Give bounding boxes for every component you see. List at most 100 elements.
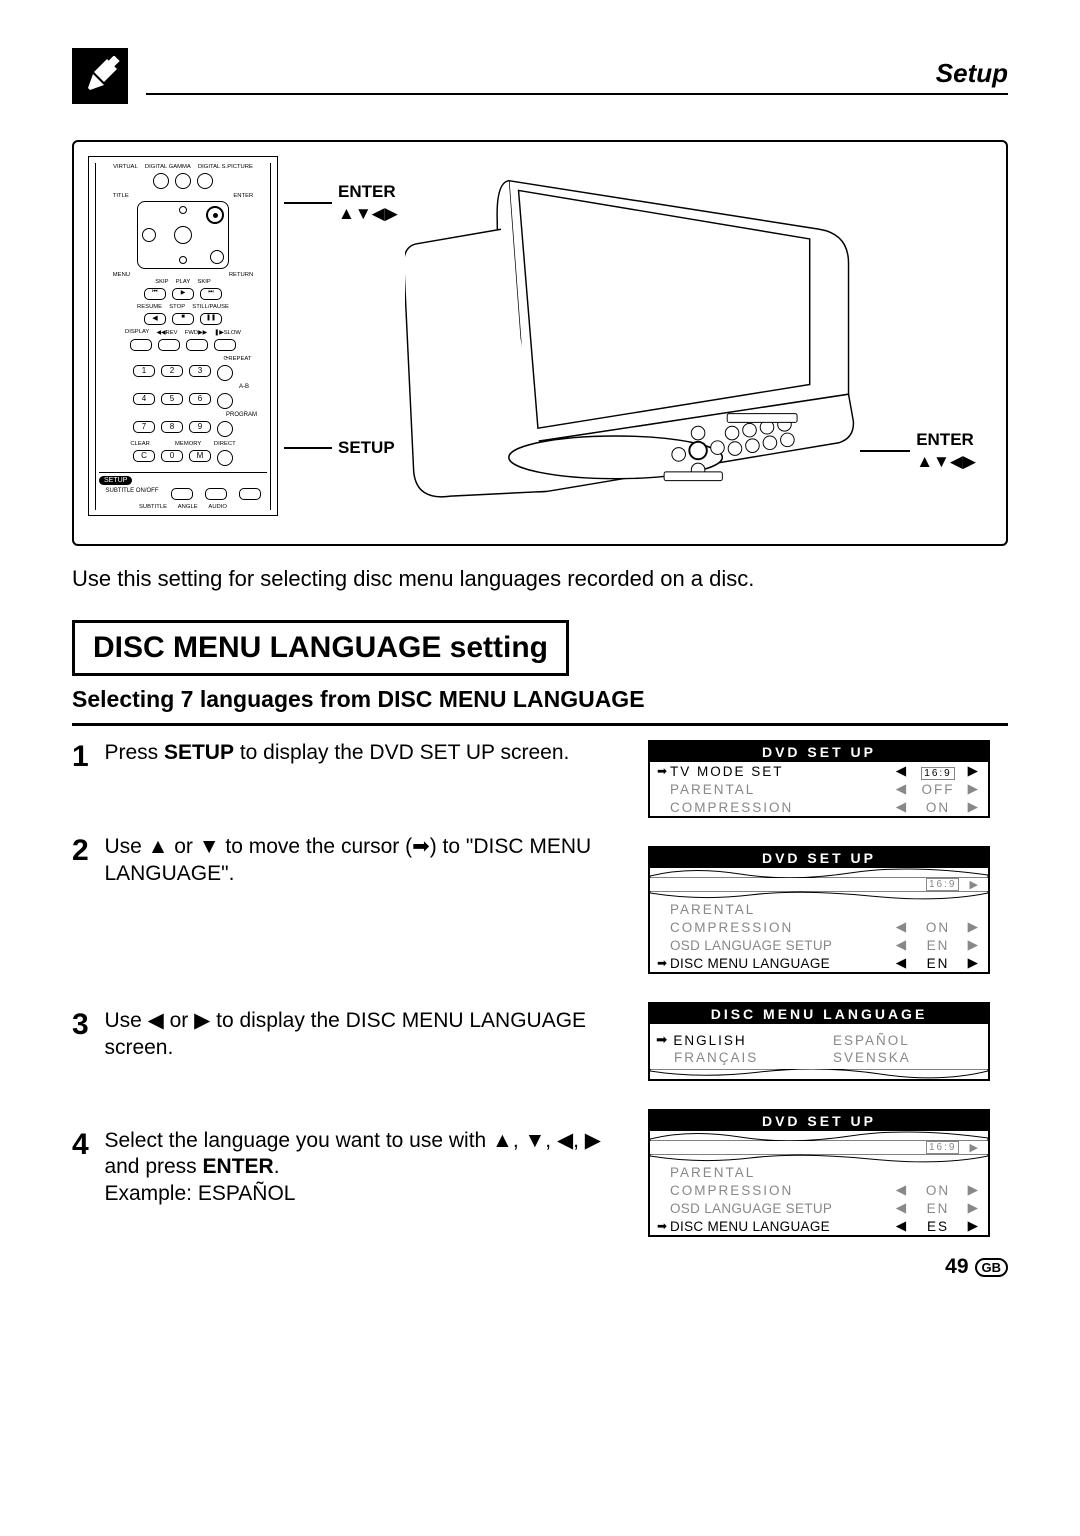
osd-row: COMPRESSION◀ON▶ xyxy=(650,798,988,816)
arrows-icon: ▲▼◀▶ xyxy=(916,452,976,472)
remote-label: MENU xyxy=(113,271,130,277)
remote-label: FWD xyxy=(185,329,198,335)
osd-panel-4: DVD SET UP 16:9 ▶ PARENTALCOMPRESSION◀ON… xyxy=(648,1109,990,1237)
step-text: Press SETUP to display the DVD SET UP sc… xyxy=(104,740,606,767)
osd-row: OSD LANGUAGE SETUP◀EN▶ xyxy=(650,936,988,954)
remote-label: STOP xyxy=(169,303,185,309)
step-number: 2 xyxy=(72,834,100,868)
osd-row: COMPRESSION◀ON▶ xyxy=(650,1181,988,1199)
keypad-btn: 0 xyxy=(161,450,183,462)
osd-language-option: ➡ENGLISH xyxy=(656,1032,815,1048)
page-title: Setup xyxy=(146,58,1008,89)
remote-label: MEMORY xyxy=(175,440,201,446)
remote-label: DIRECT xyxy=(214,440,236,446)
osd-row: ➡DISC MENU LANGUAGE◀EN▶ xyxy=(650,954,988,972)
callout-label: ENTER xyxy=(916,430,976,450)
keypad-btn: 7 xyxy=(133,421,155,433)
step-number: 1 xyxy=(72,740,100,774)
page-header: Setup xyxy=(72,48,1008,104)
remote-label: VIRTUAL xyxy=(113,163,138,169)
remote-label: SLOW xyxy=(224,329,241,335)
keypad-btn: C xyxy=(133,450,155,462)
section-heading: DISC MENU LANGUAGE setting xyxy=(72,620,569,676)
remote-label: CLEAR xyxy=(130,440,150,446)
device-diagram: VIRTUAL DIGITAL GAMMA DIGITAL S.PICTURE TI… xyxy=(72,140,1008,546)
remote-label: REPEAT xyxy=(228,355,251,361)
osd-panel-2: DVD SET UP 16:9 ▶ PARENTALCOMPRESSION◀ON… xyxy=(648,846,990,974)
remote-label: RESUME xyxy=(137,303,162,309)
remote-label: REV xyxy=(166,329,178,335)
remote-label: SUBTITLE xyxy=(139,503,167,509)
remote-label: DIGITAL S.PICTURE xyxy=(198,163,253,169)
keypad-btn: 5 xyxy=(161,393,183,405)
intro-paragraph: Use this setting for selecting disc menu… xyxy=(72,566,1008,592)
step-1: 1 Press SETUP to display the DVD SET UP … xyxy=(72,740,608,774)
remote-label: DIGITAL GAMMA xyxy=(145,163,191,169)
step-2: 2 Use ▲ or ▼ to move the cursor (➡) to "… xyxy=(72,834,608,888)
osd-row: COMPRESSION◀ON▶ xyxy=(650,918,988,936)
osd-title: DVD SET UP xyxy=(650,1111,988,1131)
torn-edge-icon xyxy=(650,891,988,901)
osd-value: 16:9 xyxy=(926,1141,959,1154)
torn-edge-icon xyxy=(650,1069,988,1079)
remote-label: AUDIO xyxy=(208,503,227,509)
dpad-icon xyxy=(137,201,229,269)
keypad-btn: 3 xyxy=(189,365,211,377)
remote-label: ANGLE xyxy=(178,503,198,509)
remote-label: RETURN xyxy=(229,271,253,277)
osd-screenshots: DVD SET UP ➡TV MODE SET◀16:9▶PARENTAL◀OF… xyxy=(648,740,1008,1237)
section-subheading: Selecting 7 languages from DISC MENU LAN… xyxy=(72,680,1008,726)
page-number: 49 xyxy=(945,1255,968,1279)
remote-label: DISPLAY xyxy=(125,328,149,335)
keypad-btn: 2 xyxy=(161,365,183,377)
osd-row: ➡DISC MENU LANGUAGE◀ES▶ xyxy=(650,1217,988,1235)
remote-label: SKIP xyxy=(197,278,210,284)
step-text: Select the language you want to use with… xyxy=(104,1128,606,1209)
step-text: Use ◀ or ▶ to display the DISC MENU LANG… xyxy=(104,1008,606,1062)
osd-title: DVD SET UP xyxy=(650,848,988,868)
osd-title: DVD SET UP xyxy=(650,742,988,762)
remote-label: A-B xyxy=(99,384,267,390)
region-badge: GB xyxy=(975,1258,1009,1277)
step-text: Use ▲ or ▼ to move the cursor (➡) to "DI… xyxy=(104,834,606,888)
osd-row: PARENTAL xyxy=(650,1164,988,1181)
remote-label: SKIP xyxy=(155,278,168,284)
remote-label: ENTER xyxy=(233,192,253,198)
callout-enter-player: ENTER ▲▼◀▶ xyxy=(860,430,976,472)
remote-label: SUBTITLE ON/OFF xyxy=(105,488,158,500)
osd-row: ➡TV MODE SET◀16:9▶ xyxy=(650,762,988,780)
remote-illustration: VIRTUAL DIGITAL GAMMA DIGITAL S.PICTURE TI… xyxy=(88,156,278,516)
step-number: 3 xyxy=(72,1008,100,1042)
keypad-btn: 6 xyxy=(189,393,211,405)
pen-icon xyxy=(72,48,128,104)
steps-container: 1 Press SETUP to display the DVD SET UP … xyxy=(72,740,1008,1237)
osd-title: DISC MENU LANGUAGE xyxy=(650,1004,988,1024)
osd-row: PARENTAL◀OFF▶ xyxy=(650,780,988,798)
osd-language-option: ESPAÑOL xyxy=(815,1032,974,1048)
keypad-btn: 8 xyxy=(161,421,183,433)
osd-language-option: SVENSKA xyxy=(815,1050,974,1065)
page-footer: 49 GB xyxy=(72,1255,1008,1279)
torn-edge-icon xyxy=(650,1131,988,1141)
osd-language-option: FRANÇAIS xyxy=(656,1050,815,1065)
step-number: 4 xyxy=(72,1128,100,1162)
keypad-btn: 4 xyxy=(133,393,155,405)
remote-label: TITLE xyxy=(113,192,129,198)
step-3: 3 Use ◀ or ▶ to display the DISC MENU LA… xyxy=(72,1008,608,1062)
osd-value: 16:9 xyxy=(926,878,959,891)
osd-row: PARENTAL xyxy=(650,901,988,918)
osd-row: OSD LANGUAGE SETUP◀EN▶ xyxy=(650,1199,988,1217)
torn-edge-icon xyxy=(650,1154,988,1164)
keypad-btn: 9 xyxy=(189,421,211,433)
manual-page: Setup VIRTUAL DIGITAL GAMMA DIGITAL S.PICT… xyxy=(0,0,1080,1327)
step-4: 4 Select the language you want to use wi… xyxy=(72,1128,608,1209)
keypad-btn: M xyxy=(189,450,211,462)
remote-label: PLAY xyxy=(176,278,191,284)
osd-panel-3: DISC MENU LANGUAGE ➡ENGLISHESPAÑOLFRANÇA… xyxy=(648,1002,990,1081)
keypad-btn: 1 xyxy=(133,365,155,377)
remote-label: PROGRAM xyxy=(99,412,267,418)
setup-button-icon: SETUP xyxy=(99,476,132,485)
osd-panel-1: DVD SET UP ➡TV MODE SET◀16:9▶PARENTAL◀OF… xyxy=(648,740,990,818)
torn-edge-icon xyxy=(650,868,988,878)
remote-label: STILL/PAUSE xyxy=(192,303,229,309)
